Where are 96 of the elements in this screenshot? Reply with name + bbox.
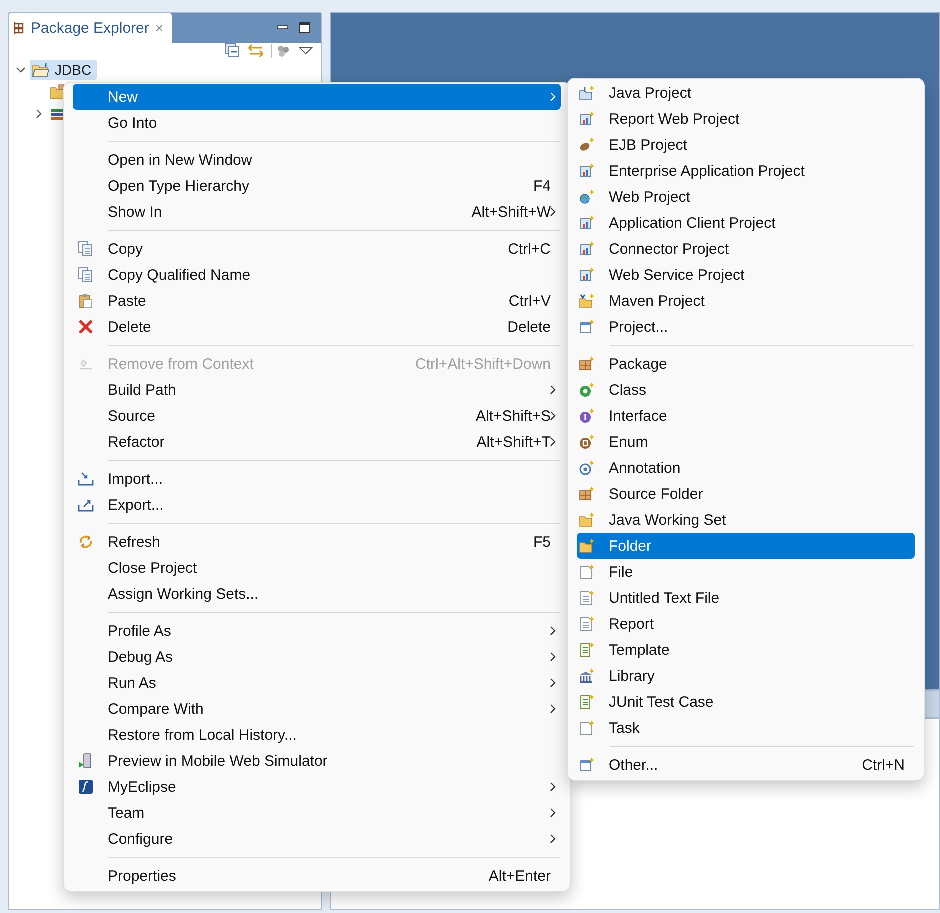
library-icon (50, 106, 66, 122)
menu-item[interactable]: Project... (577, 314, 915, 340)
delete-icon (78, 319, 94, 335)
menu-item[interactable]: Template (577, 637, 915, 663)
menu-item[interactable]: File (577, 559, 915, 585)
menu-item[interactable]: Application Client Project (577, 210, 915, 236)
document-icon (579, 564, 595, 580)
menu-item[interactable]: Folder (577, 533, 915, 559)
annotation-icon (579, 460, 595, 476)
menu-item[interactable]: Delete Delete (73, 314, 561, 340)
menu-item[interactable]: Copy Qualified Name (73, 262, 561, 288)
menu-item[interactable]: MyEclipse (73, 774, 561, 800)
menu-item[interactable]: Enum (577, 429, 915, 455)
collapse-all-icon[interactable] (225, 43, 241, 59)
menu-item[interactable]: Library (577, 663, 915, 689)
menu-item[interactable]: Copy Ctrl+C (73, 236, 561, 262)
menu-item[interactable]: Refactor Alt+Shift+T (73, 429, 561, 455)
tab-label: Package Explorer (31, 20, 150, 36)
menu-item[interactable]: Maven Project (577, 288, 915, 314)
document-icon (579, 694, 595, 710)
menu-item[interactable]: Java Project (577, 80, 915, 106)
new-folder-icon (579, 512, 595, 528)
logo-icon (78, 779, 94, 795)
menu-item[interactable]: Report Web Project (577, 106, 915, 132)
copy-icon (78, 267, 94, 283)
close-button[interactable]: × (155, 20, 164, 36)
menu-item[interactable]: Interface (577, 403, 915, 429)
menu-item[interactable]: Configure (73, 826, 561, 852)
maximize-icon[interactable] (299, 22, 311, 34)
menu-item[interactable]: Enterprise Application Project (577, 158, 915, 184)
copy-icon (78, 241, 94, 257)
new-project-icon (579, 241, 595, 257)
document-icon (579, 616, 595, 632)
bean-icon (579, 137, 595, 153)
project-folder-icon (32, 62, 50, 78)
new-project-icon (579, 85, 595, 101)
document-icon (579, 590, 595, 606)
menu-item[interactable]: Refresh F5 (73, 529, 561, 555)
menu-item[interactable]: Restore from Local History... (73, 722, 561, 748)
new-project-icon (579, 757, 595, 773)
menu-item[interactable]: Go Into (73, 110, 561, 136)
menu-item[interactable]: JUnit Test Case (577, 689, 915, 715)
menu-item[interactable]: Close Project (73, 555, 561, 581)
menu-item[interactable]: Web Project (577, 184, 915, 210)
menu-item[interactable]: Open in New Window (73, 147, 561, 173)
menu-item[interactable]: Open Type Hierarchy F4 (73, 173, 561, 199)
menu-item[interactable]: Web Service Project (577, 262, 915, 288)
new-project-icon (579, 215, 595, 231)
phone-icon (78, 753, 94, 769)
menu-item[interactable]: Profile As (73, 618, 561, 644)
menu-item[interactable]: Compare With (73, 696, 561, 722)
package-icon (579, 356, 595, 372)
menu-item[interactable]: Annotation (577, 455, 915, 481)
new-project-icon (579, 267, 595, 283)
view-tab[interactable]: Package Explorer × (9, 13, 172, 43)
menu-item[interactable]: Class (577, 377, 915, 403)
menu-item[interactable]: Package (577, 351, 915, 377)
menu-item[interactable]: EJB Project (577, 132, 915, 158)
menu-item[interactable]: Source Folder (577, 481, 915, 507)
menu-item[interactable]: Properties Alt+Enter (73, 863, 561, 889)
document-icon (579, 642, 595, 658)
menu-item[interactable]: Connector Project (577, 236, 915, 262)
package-icon (579, 486, 595, 502)
menu-item[interactable]: Paste Ctrl+V (73, 288, 561, 314)
globe-icon (579, 189, 595, 205)
menu-item[interactable]: New (73, 84, 561, 110)
new-project-icon (579, 111, 595, 127)
menu-item[interactable]: Task (577, 715, 915, 741)
new-folder-icon (579, 538, 595, 554)
menu-item[interactable]: Import... (73, 466, 561, 492)
menu-item[interactable]: Report (577, 611, 915, 637)
dropdown-icon[interactable] (299, 46, 313, 56)
menu-item[interactable]: Assign Working Sets... (73, 581, 561, 607)
menu-item[interactable]: Debug As (73, 644, 561, 670)
refresh-icon (78, 534, 94, 550)
new-project-icon (579, 293, 595, 309)
document-icon (579, 720, 595, 736)
enum-icon (579, 434, 595, 450)
menu-item[interactable]: Untitled Text File (577, 585, 915, 611)
menu-item[interactable]: Team (73, 800, 561, 826)
menu-item[interactable]: Export... (73, 492, 561, 518)
class-icon (579, 382, 595, 398)
menu-item[interactable]: Source Alt+Shift+S (73, 403, 561, 429)
package-icon (13, 21, 25, 35)
menu-item[interactable]: Preview in Mobile Web Simulator (73, 748, 561, 774)
clipboard-icon (78, 293, 94, 309)
menu-item[interactable]: Other... Ctrl+N (577, 752, 915, 778)
menu-item[interactable]: Show In Alt+Shift+W (73, 199, 561, 225)
menu-item[interactable]: Build Path (73, 377, 561, 403)
new-project-icon (579, 163, 595, 179)
import-icon (78, 471, 94, 487)
menu-item[interactable]: Run As (73, 670, 561, 696)
interface-icon (579, 408, 595, 424)
menu-item[interactable]: Java Working Set (577, 507, 915, 533)
library-icon (579, 668, 595, 684)
new-project-icon (579, 319, 595, 335)
